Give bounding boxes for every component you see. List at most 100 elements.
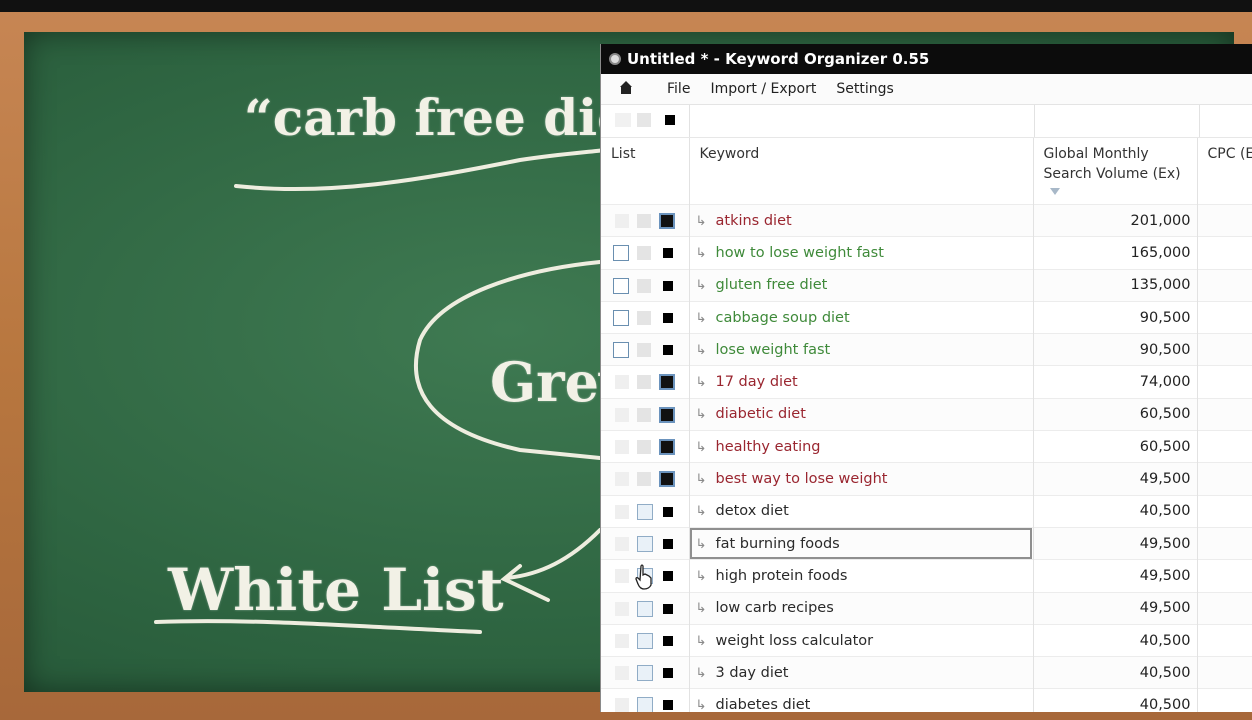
- white-list-toggle[interactable]: [615, 666, 629, 681]
- menu-settings[interactable]: Settings: [836, 81, 893, 97]
- list-filter[interactable]: [601, 105, 690, 137]
- keyword-cell[interactable]: ↳ 3 day diet: [689, 656, 1034, 689]
- grey-list-toggle[interactable]: [637, 310, 651, 325]
- keyword-cell[interactable]: ↳ gluten free diet: [689, 268, 1034, 302]
- grey-list-toggle[interactable]: [637, 407, 651, 422]
- keyword-cell[interactable]: ↳ healthy eating: [689, 430, 1034, 463]
- list-cell[interactable]: [601, 300, 690, 334]
- column-header-volume[interactable]: Global Monthly Search Volume (Ex): [1033, 138, 1198, 205]
- black-list-toggle[interactable]: [663, 538, 673, 549]
- table-row[interactable]: ↳ diabetes diet 40,500: [601, 688, 1252, 712]
- list-cell[interactable]: [601, 236, 690, 270]
- keyword-cell[interactable]: ↳ fat burning foods: [689, 526, 1034, 560]
- white-list-checkbox[interactable]: [613, 245, 629, 262]
- keyword-cell[interactable]: ↳ cabbage soup diet: [689, 300, 1034, 334]
- keyword-cell[interactable]: ↳ detox diet: [689, 494, 1034, 528]
- menu-import-export[interactable]: Import / Export: [710, 81, 816, 97]
- list-cell[interactable]: [601, 494, 690, 528]
- list-cell[interactable]: [601, 656, 690, 689]
- table-row[interactable]: ↳ cabbage soup diet 90,500: [601, 300, 1252, 334]
- keyword-cell[interactable]: ↳ diabetes diet: [689, 688, 1034, 712]
- white-list-toggle[interactable]: [615, 536, 629, 551]
- white-list-toggle[interactable]: [615, 440, 629, 455]
- table-row[interactable]: ↳ high protein foods 49,500: [601, 559, 1252, 593]
- grey-list-toggle[interactable]: [637, 214, 651, 228]
- black-list-toggle[interactable]: [663, 635, 673, 646]
- list-cell[interactable]: [601, 333, 690, 366]
- list-cell[interactable]: [601, 268, 690, 302]
- list-cell[interactable]: [601, 397, 690, 431]
- white-list-toggle[interactable]: [615, 214, 629, 228]
- white-list-toggle[interactable]: [615, 601, 629, 616]
- black-list-toggle[interactable]: [663, 248, 673, 259]
- keyword-cell[interactable]: ↳ weight loss calculator: [689, 623, 1034, 657]
- menu-file[interactable]: File: [667, 81, 690, 97]
- grey-list-checkbox[interactable]: [637, 600, 653, 617]
- list-cell[interactable]: [601, 462, 690, 496]
- table-row[interactable]: ↳ healthy eating 60,500: [601, 430, 1252, 463]
- list-cell[interactable]: [601, 559, 690, 593]
- black-list-toggle[interactable]: [663, 280, 673, 291]
- grey-list-checkbox[interactable]: [637, 632, 653, 649]
- white-list-checkbox[interactable]: [613, 277, 629, 294]
- home-icon[interactable]: [620, 81, 632, 94]
- grey-list-checkbox[interactable]: [637, 535, 653, 552]
- keyword-filter[interactable]: [690, 105, 1035, 137]
- grey-list-checkbox[interactable]: [637, 503, 653, 520]
- black-list-toggle[interactable]: [663, 603, 673, 614]
- black-list-checkbox[interactable]: [659, 439, 675, 456]
- keyword-cell[interactable]: ↳ atkins diet: [689, 203, 1034, 237]
- table-row[interactable]: ↳ fat burning foods 49,500: [601, 526, 1252, 560]
- table-row[interactable]: ↳ lose weight fast 90,500: [601, 333, 1252, 366]
- column-header-list[interactable]: List: [601, 138, 690, 205]
- grey-list-checkbox[interactable]: [637, 697, 653, 712]
- black-list-checkbox[interactable]: [659, 471, 675, 488]
- list-cell[interactable]: [601, 365, 690, 399]
- black-list-toggle[interactable]: [663, 312, 673, 323]
- black-list-toggle[interactable]: [663, 345, 673, 356]
- column-header-keyword[interactable]: Keyword: [689, 138, 1034, 205]
- white-list-toggle[interactable]: [615, 504, 629, 519]
- keyword-cell[interactable]: ↳ diabetic diet: [689, 397, 1034, 431]
- list-cell[interactable]: [601, 688, 690, 712]
- grey-list-toggle[interactable]: [637, 278, 651, 293]
- grey-list-toggle[interactable]: [637, 440, 651, 455]
- list-cell[interactable]: [601, 591, 690, 625]
- white-list-toggle[interactable]: [615, 698, 629, 712]
- keyword-cell[interactable]: ↳ high protein foods: [689, 559, 1034, 593]
- list-cell[interactable]: [601, 203, 690, 237]
- table-row[interactable]: ↳ 3 day diet 40,500: [601, 656, 1252, 689]
- keyword-cell[interactable]: ↳ low carb recipes: [689, 591, 1034, 625]
- column-header-cpc[interactable]: CPC (E: [1197, 138, 1252, 205]
- keyword-cell[interactable]: ↳ 17 day diet: [689, 365, 1034, 399]
- keyword-cell[interactable]: ↳ how to lose weight fast: [689, 236, 1034, 270]
- white-list-toggle[interactable]: [615, 633, 629, 648]
- table-row[interactable]: ↳ low carb recipes 49,500: [601, 591, 1252, 625]
- list-cell[interactable]: [601, 623, 690, 657]
- list-cell[interactable]: [601, 430, 690, 463]
- black-list-toggle[interactable]: [663, 700, 673, 711]
- grey-list-toggle[interactable]: [637, 343, 651, 358]
- white-list-toggle[interactable]: [615, 569, 629, 584]
- black-list-checkbox[interactable]: [659, 213, 675, 229]
- black-list-toggle[interactable]: [663, 571, 673, 582]
- white-list-toggle[interactable]: [615, 407, 629, 422]
- list-cell[interactable]: [601, 526, 690, 560]
- table-row[interactable]: ↳ diabetic diet 60,500: [601, 397, 1252, 431]
- volume-filter[interactable]: [1035, 105, 1200, 137]
- grey-list-toggle[interactable]: [637, 375, 651, 390]
- white-list-toggle[interactable]: [615, 472, 629, 487]
- black-list-checkbox[interactable]: [659, 374, 675, 391]
- white-list-toggle[interactable]: [615, 375, 629, 390]
- white-list-checkbox[interactable]: [613, 309, 629, 326]
- table-row[interactable]: ↳ best way to lose weight 49,500: [601, 462, 1252, 496]
- sort-descending-icon[interactable]: [1049, 188, 1060, 195]
- table-row[interactable]: ↳ atkins diet 201,000: [601, 203, 1252, 237]
- table-row[interactable]: ↳ 17 day diet 74,000: [601, 365, 1252, 399]
- table-row[interactable]: ↳ detox diet 40,500: [601, 494, 1252, 528]
- grey-list-toggle[interactable]: [637, 472, 651, 487]
- table-row[interactable]: ↳ weight loss calculator 40,500: [601, 623, 1252, 657]
- black-list-toggle[interactable]: [663, 668, 673, 679]
- grey-list-checkbox[interactable]: [637, 665, 653, 682]
- white-list-checkbox[interactable]: [613, 342, 629, 359]
